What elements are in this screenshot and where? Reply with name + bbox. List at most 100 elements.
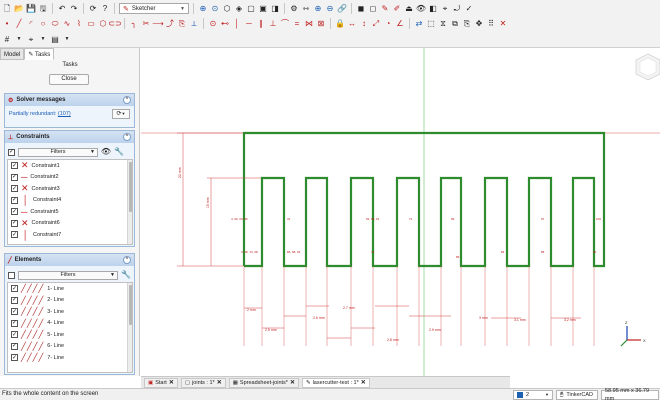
- list-item[interactable]: ✓ ✕ Constraint1: [8, 160, 132, 172]
- constrain-equal-icon[interactable]: =: [292, 19, 302, 29]
- refresh-icon[interactable]: ⟳: [88, 4, 98, 14]
- constraint-label[interactable]: 73: [371, 250, 375, 254]
- constrain-horizontal-icon[interactable]: ─: [244, 19, 254, 29]
- rectangle-icon[interactable]: ▭: [86, 19, 96, 29]
- elements-select-all-checkbox[interactable]: [8, 271, 15, 279]
- new-sketch-icon[interactable]: ✎: [380, 4, 390, 14]
- dimension-label[interactable]: 2.8 mm: [387, 338, 399, 342]
- row-checkbox[interactable]: ✓: [11, 354, 18, 362]
- view-right-icon[interactable]: ◨: [270, 4, 280, 14]
- save-as-icon[interactable]: 🖫: [38, 4, 48, 14]
- solver-messages-header[interactable]: ⚙ Solver messages ⌃: [5, 94, 134, 106]
- symmetry-icon[interactable]: ⧖: [438, 19, 448, 29]
- tab-tasks[interactable]: ✎ Tasks: [24, 48, 55, 60]
- row-checkbox[interactable]: ✓: [11, 296, 18, 304]
- dimension-label[interactable]: 3 mm: [479, 316, 488, 320]
- constraint-label[interactable]: 90: [593, 250, 597, 254]
- constraint-label[interactable]: 84: [501, 250, 505, 254]
- scroll-thumb[interactable]: [129, 162, 132, 212]
- constrain-coincident-icon[interactable]: ⊙: [208, 19, 218, 29]
- fit-selection-icon[interactable]: ⊙: [210, 4, 220, 14]
- constrain-parallel-icon[interactable]: ∥: [256, 19, 266, 29]
- list-item[interactable]: ✓ ╱╱╱╱ 2- Line: [8, 295, 132, 307]
- row-checkbox[interactable]: ✓: [11, 185, 18, 193]
- grid-icon[interactable]: #: [2, 35, 12, 45]
- tab-model[interactable]: Model: [0, 48, 25, 60]
- row-checkbox[interactable]: ✓: [11, 231, 18, 239]
- constraint-label[interactable]: 97: [541, 217, 545, 221]
- constraints-filter-dropdown[interactable]: Filters ▼: [18, 147, 98, 157]
- navigation-cube[interactable]: [635, 53, 660, 81]
- slot-icon[interactable]: ⊂⊃: [108, 19, 121, 29]
- whats-this-icon[interactable]: ?: [100, 4, 110, 14]
- collapse-icon[interactable]: ⌃: [123, 256, 131, 264]
- row-checkbox[interactable]: ✓: [11, 162, 18, 170]
- reorient-sketch-icon[interactable]: ⤾: [452, 4, 462, 14]
- group-icon[interactable]: ◻: [368, 4, 378, 14]
- constrain-block-icon[interactable]: ⊠: [316, 19, 326, 29]
- row-checkbox[interactable]: ✓: [11, 319, 18, 327]
- list-item[interactable]: ✓ ╱╱╱╱ 3- Line: [8, 306, 132, 318]
- list-item[interactable]: ✓ ─ Constraint2: [8, 172, 132, 184]
- list-item[interactable]: ✓ ╱╱╱╱ 7- Line: [8, 352, 132, 364]
- constrain-distance-icon[interactable]: ⤢: [371, 19, 381, 29]
- carbon-copy-icon[interactable]: ⎘: [177, 19, 187, 29]
- page-selector[interactable]: 2 ▼: [513, 390, 553, 400]
- measure-distance-icon[interactable]: ⇿: [301, 4, 311, 14]
- row-checkbox[interactable]: ✓: [11, 285, 18, 293]
- list-item[interactable]: ✓ ╱╱╱╱ 4- Line: [8, 318, 132, 330]
- zoom-out-icon[interactable]: ⊖: [325, 4, 335, 14]
- dimension-label[interactable]: 3.1 mm: [514, 318, 526, 322]
- constraints-header[interactable]: ⊥ Constraints ⌃: [5, 131, 134, 143]
- constraint-label[interactable]: 3, 68, 73, 08: [241, 250, 258, 254]
- external-geometry-icon[interactable]: ⤴: [165, 19, 175, 29]
- leave-sketch-icon[interactable]: ⏏: [404, 4, 414, 14]
- view-isometric-icon[interactable]: ◈: [234, 4, 244, 14]
- constrain-symmetric-icon[interactable]: ⋈: [304, 19, 314, 29]
- close-button[interactable]: Close: [49, 74, 89, 85]
- constrain-radius-icon[interactable]: ◔: [383, 19, 393, 29]
- view-section-icon[interactable]: ◧: [428, 4, 438, 14]
- trim-icon[interactable]: ✂: [141, 19, 151, 29]
- constraint-label[interactable]: 99: [451, 217, 455, 221]
- list-item[interactable]: ✓ │ Constraint4: [8, 195, 132, 207]
- validate-sketch-icon[interactable]: ✓: [464, 4, 474, 14]
- bspline-icon[interactable]: ∿: [62, 19, 72, 29]
- settings-icon[interactable]: 🔧: [121, 270, 131, 280]
- save-icon[interactable]: 💾: [26, 4, 36, 14]
- circle-icon[interactable]: ○: [38, 19, 48, 29]
- clone-icon[interactable]: ⧉: [450, 19, 460, 29]
- open-file-icon[interactable]: 📂: [14, 4, 24, 14]
- doc-tab-start[interactable]: ▣ Start ✕: [144, 377, 178, 388]
- doc-tab-lasercutter[interactable]: ✎ lasercutter-test : 1* ✕: [301, 377, 370, 388]
- finger-height-dimension[interactable]: 15 mm: [206, 197, 210, 208]
- chevron-down-icon[interactable]: ▼: [62, 35, 72, 45]
- row-checkbox[interactable]: ✓: [11, 173, 18, 181]
- snap-icon[interactable]: ⌖: [26, 35, 36, 45]
- row-checkbox[interactable]: ✓: [11, 208, 18, 216]
- row-checkbox[interactable]: ✓: [11, 331, 18, 339]
- delete-all-icon[interactable]: ✕: [498, 19, 508, 29]
- redo-icon[interactable]: ↷: [69, 4, 79, 14]
- visibility-eye-icon[interactable]: 👁: [101, 147, 111, 157]
- dimension-label[interactable]: 2.7 mm: [343, 306, 355, 310]
- zoom-in-icon[interactable]: ⊕: [313, 4, 323, 14]
- fit-all-icon[interactable]: ⊕: [198, 4, 208, 14]
- constraint-label[interactable]: 71: [409, 217, 413, 221]
- line-icon[interactable]: ╱: [14, 19, 24, 29]
- dimension-label[interactable]: 2.9 mm: [429, 328, 441, 332]
- constrain-lock-icon[interactable]: 🔒: [335, 19, 345, 29]
- constrain-tangent-icon[interactable]: ⌒: [280, 19, 290, 29]
- select-icon[interactable]: ⬚: [426, 19, 436, 29]
- row-checkbox[interactable]: ✓: [11, 219, 18, 227]
- close-tab-icon[interactable]: ✕: [217, 379, 222, 386]
- dimension-label[interactable]: 3.2 mm: [564, 318, 576, 322]
- navigation-style-selector[interactable]: 🖱 TinkerCAD: [556, 390, 598, 400]
- constraint-label[interactable]: 100: [596, 217, 601, 221]
- row-checkbox[interactable]: ✓: [11, 308, 18, 316]
- list-item[interactable]: ✓ ╱╱╱╱ 6- Line: [8, 341, 132, 353]
- chevron-down-icon[interactable]: ▼: [14, 35, 24, 45]
- rendering-order-icon[interactable]: ▤: [50, 35, 60, 45]
- elements-header[interactable]: ╱ Elements ⌃: [5, 254, 134, 266]
- scroll-thumb[interactable]: [129, 285, 132, 325]
